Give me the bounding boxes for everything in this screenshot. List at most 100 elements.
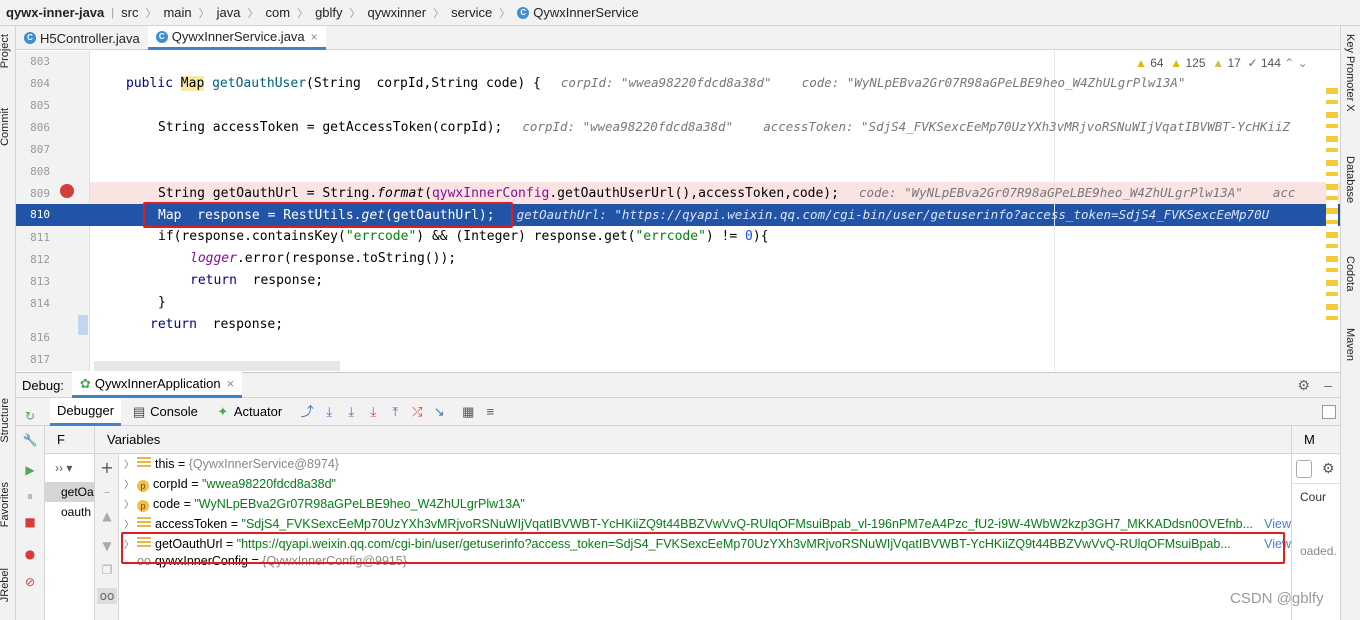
- move-up-icon[interactable]: ▲: [99, 508, 115, 524]
- layout-icon[interactable]: [1322, 404, 1336, 419]
- code-line-809: String getOauthUrl = String.format(qywxI…: [158, 185, 1296, 201]
- line-number: 810: [30, 208, 50, 221]
- evaluate-icon[interactable]: ▦: [460, 404, 476, 420]
- memory-status: oaded. L: [1300, 544, 1340, 558]
- thread-selector[interactable]: ›› ▾: [45, 454, 94, 482]
- tab-actuator[interactable]: ✦ Actuator: [205, 398, 289, 426]
- breadcrumb-class[interactable]: QywxInnerService: [533, 5, 638, 20]
- maven-tool-button[interactable]: Maven: [1344, 328, 1356, 361]
- show-watches-icon[interactable]: oo: [97, 588, 117, 604]
- breadcrumb-main[interactable]: main: [163, 5, 191, 20]
- tab-h5controller[interactable]: C H5Controller.java: [16, 26, 148, 50]
- trace-icon[interactable]: ≡: [482, 404, 498, 420]
- line-number: 811: [30, 231, 50, 244]
- console-icon: ▤: [132, 403, 146, 419]
- breadcrumb: qywx-inner-java | src 〉 main 〉 java 〉 com 〉 g…: [0, 0, 1360, 26]
- close-icon[interactable]: ×: [311, 30, 318, 44]
- move-down-icon[interactable]: ▼: [99, 538, 115, 554]
- frame-item[interactable]: oauth: [45, 502, 94, 522]
- variable-row[interactable]: 〉 accessToken = "SdjS4_FVKSexcEeMp70UzYXh…: [119, 514, 1291, 534]
- tab-debug-config[interactable]: ✿ QywxInnerApplication ×: [71, 372, 243, 398]
- project-tool-button[interactable]: Project: [0, 34, 11, 68]
- breadcrumb-java[interactable]: java: [217, 5, 241, 20]
- breadcrumb-service[interactable]: service: [451, 5, 492, 20]
- jrebel-tool-button[interactable]: JRebel: [0, 568, 11, 602]
- breadcrumb-gblfy[interactable]: gblfy: [315, 5, 342, 20]
- frames-panel: F ›› ▾ getOa oauth: [45, 426, 95, 620]
- watermark: CSDN @gblfy: [1230, 590, 1324, 607]
- memory-search[interactable]: ⚙: [1292, 454, 1340, 484]
- code-line-815: return response;: [150, 317, 284, 332]
- pause-icon[interactable]: ⏸: [22, 488, 38, 504]
- search-icon[interactable]: [1296, 460, 1312, 478]
- breadcrumb-src[interactable]: src: [121, 5, 138, 20]
- variable-row[interactable]: 〉 p code = "WyNLpEBva2Gr07R98aGPeLBE9heo_W…: [119, 494, 1291, 514]
- highlight-box-getoauthurl: [121, 532, 1285, 564]
- gear-icon[interactable]: ⚙: [1297, 377, 1310, 394]
- view-link[interactable]: View: [1260, 514, 1291, 534]
- show-execution-point-icon[interactable]: ⤴: [299, 404, 315, 420]
- variable-row[interactable]: 〉 this = {QywxInnerService@8974}: [119, 454, 1291, 474]
- settings-wrench-icon[interactable]: 🔧: [22, 432, 38, 448]
- step-out-icon[interactable]: ⤒: [387, 404, 403, 420]
- minimize-icon[interactable]: –: [1324, 377, 1332, 393]
- highlight-box-response: [143, 202, 513, 228]
- mute-breakpoints-icon[interactable]: ⊘: [22, 574, 38, 590]
- field-icon: [137, 517, 151, 529]
- view-breakpoints-icon[interactable]: ●: [22, 546, 38, 562]
- breadcrumb-project[interactable]: qywx-inner-java: [6, 5, 104, 20]
- breakpoint-icon[interactable]: [60, 184, 74, 198]
- commit-tool-button[interactable]: Commit: [0, 108, 11, 146]
- debug-label: Debug:: [22, 377, 64, 393]
- chevron-right-icon[interactable]: 〉: [121, 476, 137, 494]
- horizontal-scrollbar[interactable]: [94, 361, 340, 371]
- variable-row[interactable]: 〉 p corpId = "wwea98220fdcd8a38d": [119, 474, 1291, 494]
- step-over-icon[interactable]: ⤓: [321, 404, 337, 420]
- code-line-814: }: [158, 295, 166, 310]
- line-number: 803: [30, 55, 50, 68]
- line-number: 812: [30, 253, 50, 266]
- remove-watch-icon[interactable]: –: [99, 484, 115, 500]
- add-watch-icon[interactable]: +: [99, 460, 115, 476]
- line-number: 806: [30, 121, 50, 134]
- tab-qywxinnerservice[interactable]: C QywxInnerService.java ×: [147, 26, 326, 50]
- codota-tool-button[interactable]: Codota: [1344, 256, 1356, 291]
- line-number: 808: [30, 165, 50, 178]
- stop-icon[interactable]: ■: [22, 514, 38, 530]
- close-icon[interactable]: ×: [227, 376, 235, 391]
- favorites-tool-button[interactable]: Favorites: [0, 482, 11, 527]
- breadcrumb-com[interactable]: com: [266, 5, 291, 20]
- frames-header: F: [45, 426, 94, 454]
- tab-console[interactable]: ▤ Console: [121, 398, 205, 426]
- frame-item[interactable]: getOa: [45, 482, 94, 502]
- code-line-806: String accessToken = getAccessToken(corp…: [158, 119, 1290, 135]
- code-line-813: return response;: [190, 273, 324, 288]
- class-icon: C: [155, 30, 168, 43]
- run-to-cursor-icon[interactable]: ↘: [431, 404, 447, 420]
- structure-tool-button[interactable]: Structure: [0, 398, 11, 443]
- copy-icon[interactable]: ❐: [99, 562, 115, 578]
- error-stripe[interactable]: [1326, 88, 1338, 328]
- debug-toolbar: Debugger ▤ Console ✦ Actuator ⤴ ⤓ ⤓ ⤓ ⤒ ⤮ …: [16, 397, 1340, 426]
- database-tool-button[interactable]: Database: [1344, 156, 1356, 203]
- gear-icon[interactable]: ⚙: [1322, 460, 1335, 477]
- breadcrumb-qywxinner[interactable]: qywxinner: [368, 5, 427, 20]
- debug-config-label: QywxInnerApplication: [94, 376, 221, 391]
- parameter-icon: p: [137, 500, 149, 512]
- line-number: 809: [30, 187, 50, 200]
- line-number: 805: [30, 99, 50, 112]
- inspection-widget[interactable]: ▲ 64 ▲ 125 ▲ 17 ✓ 144 ⌃ ⌄: [1135, 56, 1308, 70]
- line-number: 807: [30, 143, 50, 156]
- tab-label: H5Controller.java: [40, 30, 140, 46]
- bug-icon: ✿: [79, 375, 91, 391]
- variables-tools: + – ▲ ▼ ❐ oo: [95, 454, 119, 620]
- resume-icon[interactable]: ▶: [22, 462, 38, 478]
- step-into-icon[interactable]: ⤓: [343, 404, 359, 420]
- key-promoter-tool-button[interactable]: Key Promoter X: [1344, 34, 1356, 112]
- tab-debugger[interactable]: Debugger: [50, 397, 122, 426]
- chevron-right-icon[interactable]: 〉: [121, 496, 137, 514]
- rerun-icon[interactable]: ↻: [22, 408, 38, 424]
- drop-frame-icon[interactable]: ⤮: [409, 404, 425, 420]
- force-step-into-icon[interactable]: ⤓: [365, 404, 381, 420]
- chevron-right-icon[interactable]: 〉: [121, 456, 137, 474]
